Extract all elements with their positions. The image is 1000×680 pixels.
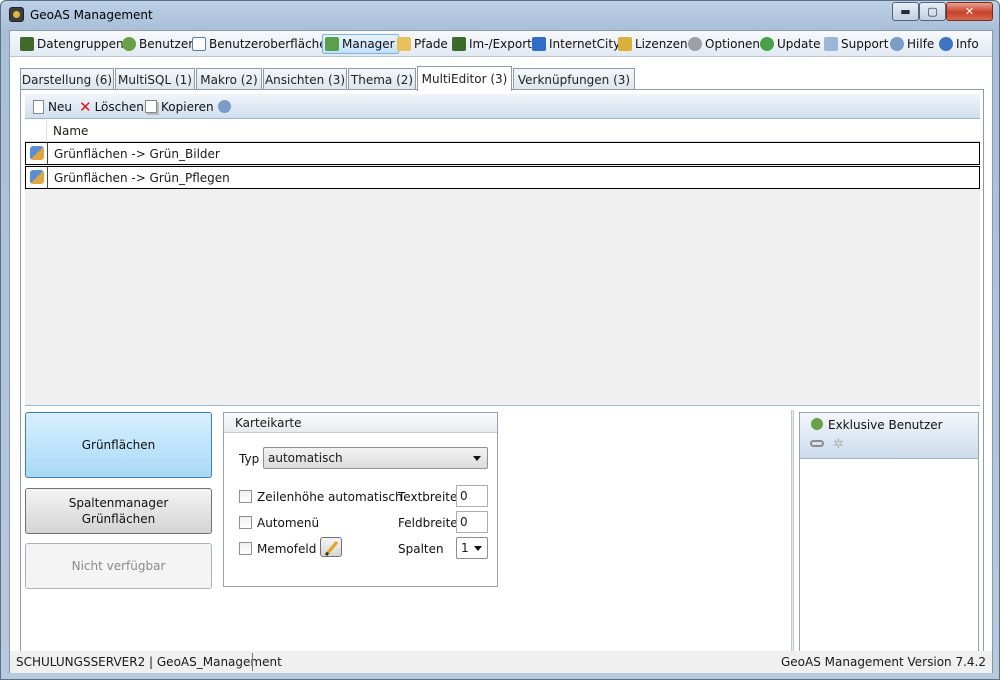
row-selector[interactable] xyxy=(26,167,48,188)
karteikarte-group: Karteikarte Typ automatisch Zeilenhöhe a… xyxy=(223,412,498,587)
table-row[interactable]: Grünflächen -> Grün_Bilder xyxy=(25,142,980,165)
help-icon xyxy=(890,37,904,51)
tab-makro[interactable]: Makro (2) xyxy=(196,68,262,90)
window-icon xyxy=(192,37,206,51)
user-icon xyxy=(811,418,823,430)
user-icon xyxy=(122,37,136,51)
chevron-down-icon xyxy=(473,456,481,461)
table-row[interactable]: Grünflächen -> Grün_Pflegen xyxy=(25,166,980,189)
gear-icon xyxy=(688,37,702,51)
status-separator xyxy=(252,653,253,671)
tab-multisql[interactable]: MultiSQL (1) xyxy=(115,68,195,90)
exclusive-users-panel: Exklusive Benutzer ✲ xyxy=(799,412,979,664)
exclusive-users-header: Exklusive Benutzer ✲ xyxy=(800,413,978,459)
menu-im-export[interactable]: Im-/Export xyxy=(450,34,535,54)
nicht-verfuegbar-button: Nicht verfügbar xyxy=(25,543,212,589)
multieditor-icon xyxy=(30,146,44,160)
row-height-auto-checkbox[interactable] xyxy=(239,490,252,503)
menu-benutzeroberflaechen[interactable]: Benutzeroberflächen xyxy=(190,34,337,54)
tab-thema[interactable]: Thema (2) xyxy=(348,68,416,90)
link-icon[interactable] xyxy=(810,440,824,447)
manager-icon xyxy=(325,37,339,51)
menu-info[interactable]: Info xyxy=(937,34,982,54)
menu-datengruppen[interactable]: Datengruppen xyxy=(18,34,127,54)
menu-lizenzen[interactable]: Lizenzen xyxy=(616,34,691,54)
memofield-checkbox[interactable] xyxy=(239,542,252,555)
menu-benutzer[interactable]: Benutzer xyxy=(120,34,196,54)
karteikarte-header: Karteikarte xyxy=(224,413,497,433)
automenu-checkbox[interactable] xyxy=(239,516,252,529)
type-select[interactable]: automatisch xyxy=(263,447,488,469)
menu-pfade[interactable]: Pfade xyxy=(395,34,451,54)
window-title: GeoAS Management xyxy=(30,8,153,22)
row-height-auto-label: Zeilenhöhe automatisch xyxy=(257,490,403,504)
menu-optionen[interactable]: Optionen xyxy=(686,34,763,54)
text-width-label: Textbreite xyxy=(398,490,458,504)
menu-update[interactable]: Update xyxy=(758,34,823,54)
key-icon xyxy=(618,37,632,51)
new-icon xyxy=(33,99,44,114)
edit-pencil-icon[interactable] xyxy=(320,537,342,557)
info-icon xyxy=(939,37,953,51)
columns-label: Spalten xyxy=(398,542,444,556)
type-label: Typ xyxy=(239,452,260,466)
row-selector[interactable] xyxy=(26,143,48,164)
status-bar: SCHULUNGSSERVER2 | GeoAS_Management GeoA… xyxy=(10,651,992,673)
multieditor-icon xyxy=(30,170,44,184)
editor-grid: Name Grünflächen -> Grün_Bilder Grünfläc… xyxy=(25,120,980,406)
splitter[interactable] xyxy=(791,410,794,666)
tab-multieditor[interactable]: MultiEditor (3) xyxy=(417,66,512,91)
menu-support[interactable]: Support xyxy=(822,34,891,54)
chevron-down-icon xyxy=(474,546,482,551)
multieditor-panel: Neu ✕ Löschen Kopieren Name Grünflächen -… xyxy=(20,89,984,667)
delete-button[interactable]: ✕ Löschen xyxy=(79,97,144,116)
help-icon xyxy=(218,100,231,113)
mail-icon xyxy=(824,37,838,51)
tab-verknuepfungen[interactable]: Verknüpfungen (3) xyxy=(513,68,635,90)
tab-ansichten[interactable]: Ansichten (3) xyxy=(263,68,347,90)
title-bar[interactable]: GeoAS Management ▬ ▢ ✕ xyxy=(1,1,999,29)
tab-darstellung[interactable]: Darstellung (6) xyxy=(20,68,114,90)
column-header-name[interactable]: Name xyxy=(53,124,88,138)
memofield-label: Memofeld xyxy=(257,542,317,556)
maximize-button[interactable]: ▢ xyxy=(919,2,946,21)
database-icon xyxy=(20,37,34,51)
client-area: Datengruppen Benutzer Benutzeroberfläche… xyxy=(9,30,993,673)
new-button[interactable]: Neu xyxy=(33,98,72,115)
row-name: Grünflächen -> Grün_Pflegen xyxy=(54,171,230,185)
layers-icon xyxy=(452,37,466,51)
exclusive-users-title: Exklusive Benutzer xyxy=(828,418,943,432)
app-logo-icon xyxy=(9,7,24,22)
minimize-button[interactable]: ▬ xyxy=(892,2,919,21)
columns-select[interactable]: 1 xyxy=(456,537,488,559)
spaltenmanager-button[interactable]: Spaltenmanager Grünflächen xyxy=(25,488,212,534)
toolbar: Neu ✕ Löschen Kopieren xyxy=(25,94,980,119)
copy-button[interactable]: Kopieren xyxy=(145,98,214,115)
delete-icon: ✕ xyxy=(79,97,92,116)
menu-hilfe[interactable]: Hilfe xyxy=(888,34,937,54)
app-window: GeoAS Management ▬ ▢ ✕ Datengruppen Benu… xyxy=(0,0,1000,680)
row-name: Grünflächen -> Grün_Bilder xyxy=(54,147,220,161)
automenu-label: Automenü xyxy=(257,516,320,530)
status-server: SCHULUNGSSERVER2 | GeoAS_Management xyxy=(16,655,282,669)
copy-icon xyxy=(145,100,157,113)
unlink-icon[interactable]: ✲ xyxy=(833,437,844,452)
menu-manager[interactable]: Manager xyxy=(322,34,399,54)
close-button[interactable]: ✕ xyxy=(946,2,993,21)
gruenflaechen-button[interactable]: Grünflächen xyxy=(25,412,212,478)
refresh-icon xyxy=(760,37,774,51)
city-icon xyxy=(532,37,546,51)
folder-icon xyxy=(397,37,411,51)
menu-internetcity[interactable]: InternetCity xyxy=(530,34,623,54)
status-version: GeoAS Management Version 7.4.2 xyxy=(780,655,986,669)
help-button[interactable] xyxy=(218,98,231,115)
menu-bar: Datengruppen Benutzer Benutzeroberfläche… xyxy=(10,31,992,57)
text-width-input[interactable]: 0 xyxy=(456,485,488,507)
grid-header: Name xyxy=(25,120,980,142)
row-header-corner xyxy=(25,120,47,142)
field-width-input[interactable]: 0 xyxy=(456,511,488,533)
field-width-label: Feldbreite xyxy=(398,516,458,530)
